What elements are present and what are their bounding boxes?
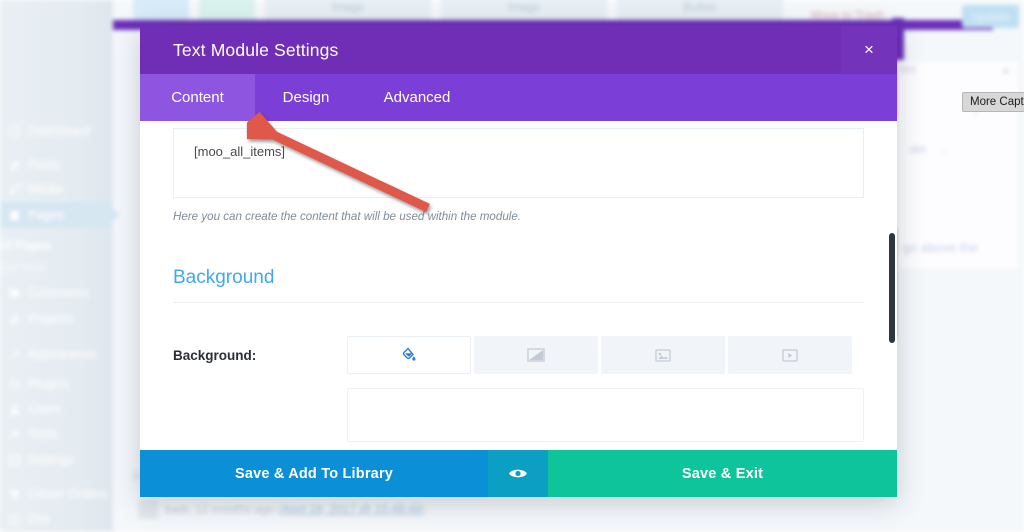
clover-icon [9, 489, 20, 499]
sidebar-item-projects[interactable]: Projects [0, 306, 113, 332]
sidebar-item-clover-orders[interactable]: Clover Orders [0, 481, 113, 507]
sidebar-item-label: All Pages [0, 238, 51, 252]
content-textarea[interactable]: [moo_all_items] [173, 128, 864, 198]
sidebar-item-label: Clover Orders [28, 487, 108, 501]
background-tab-image[interactable] [601, 336, 725, 374]
move-to-trash-link[interactable]: Move to Trash [811, 10, 884, 22]
sliders-icon [9, 454, 20, 466]
sidebar-item-label: Tools [28, 427, 58, 441]
avatar [138, 499, 158, 519]
background-type-tabs [347, 336, 852, 374]
sidebar-item-label: Settings [28, 453, 74, 467]
plug-icon [9, 379, 20, 390]
sidebar-item-label: Dashboard [28, 124, 91, 138]
builder-module-label: Image [508, 2, 540, 14]
comment-icon [9, 288, 20, 298]
background-tab-color[interactable] [347, 336, 471, 374]
sidebar-item-divi[interactable]: Divi [0, 506, 113, 532]
builder-module[interactable]: Image [441, 0, 607, 21]
wrench-icon [9, 429, 20, 439]
sidebar-item-plugins[interactable]: Plugins [0, 371, 113, 397]
sidebar-item-label: Users [28, 402, 62, 416]
sidebar-item-label: Comments [28, 286, 90, 300]
sidebar-item-label: Projects [28, 312, 74, 326]
sidebar-item-label: Pages [28, 208, 64, 222]
builder-module-label: Button [683, 2, 717, 14]
modal-footer: Save & Add To Library Save & Exit [140, 450, 897, 497]
builder-module-label: Image [332, 2, 364, 14]
paint-bucket-icon [402, 347, 416, 361]
wp-admin-sidebar: Dashboard Posts Media Pages All Pages Ad… [0, 0, 120, 532]
sidebar-item-label: Add New [0, 260, 46, 274]
sidebar-item-appearance[interactable]: Appearance [0, 341, 113, 367]
comment-author-time: badr, 12 months ago ( [165, 502, 282, 516]
pin-icon [10, 160, 20, 170]
tab-design[interactable]: Design [255, 74, 357, 121]
tab-advanced[interactable]: Advanced [357, 74, 477, 121]
video-icon [782, 348, 798, 362]
builder-module[interactable]: Image [265, 0, 431, 21]
save-exit-button[interactable]: Save & Exit [548, 450, 897, 497]
sidebar-item-label: Media [28, 182, 63, 196]
background-field-label: Background: [173, 347, 257, 363]
chevron-icon[interactable]: ↕ [942, 146, 947, 156]
sidebar-item-posts[interactable]: Posts [0, 152, 113, 178]
eye-icon [509, 469, 527, 478]
modal-scrollbar[interactable] [887, 121, 897, 450]
page-icon [10, 210, 19, 220]
sidebar-item-label: Plugins [28, 377, 70, 391]
comment-close-paren: ) [421, 502, 426, 516]
divi-icon [8, 513, 21, 525]
users-icon [9, 404, 20, 414]
section-divider [173, 302, 864, 303]
sidebar-item-label: Posts [28, 158, 60, 172]
sidebar-item-media[interactable]: Media [0, 176, 113, 202]
comment-meta-text: badr, 12 months ago (April 18, 2017 @ 15… [165, 502, 425, 516]
background-row: Background: [173, 336, 864, 374]
background-color-field[interactable] [347, 388, 864, 442]
background-tab-video[interactable] [728, 336, 852, 374]
metabox-label: tes [899, 62, 916, 76]
more-capture-tooltip[interactable]: More Capture [962, 92, 1024, 112]
metabox-label-2: ate [909, 142, 926, 156]
update-button[interactable]: Update [962, 5, 1019, 28]
chevron-up-icon[interactable]: ▲ [1001, 65, 1010, 75]
tab-content[interactable]: Content [140, 74, 255, 121]
comment-meta-row: badr, 12 months ago (April 18, 2017 @ 15… [138, 494, 1024, 524]
sidebar-item-users[interactable]: Users [0, 396, 113, 422]
dashboard-icon [8, 125, 21, 137]
modal-title: Text Module Settings [173, 39, 339, 60]
sidebar-item-tools[interactable]: Tools [0, 421, 113, 447]
brush-icon [10, 349, 20, 359]
save-add-to-library-button[interactable]: Save & Add To Library [140, 450, 488, 497]
modal-tab-bar: Content Design Advanced [140, 74, 897, 121]
sidebar-item-label: Divi [28, 512, 50, 526]
builder-module[interactable]: Button [617, 0, 783, 21]
modal-scrollbar-thumb[interactable] [889, 233, 895, 343]
builder-module[interactable] [133, 0, 189, 21]
sidebar-item-pages[interactable]: Pages [0, 202, 120, 228]
gradient-icon [527, 348, 545, 362]
sidebar-item-label: Appearance [28, 347, 97, 361]
content-help-text: Here you can create the content that wil… [173, 210, 522, 223]
builder-module[interactable] [199, 0, 255, 21]
sidebar-item-comments[interactable]: Comments [0, 280, 113, 306]
preview-button[interactable] [488, 450, 548, 497]
divi-builder-module-row: Image Image Button [133, 0, 894, 22]
text-module-settings-modal: Text Module Settings × Content Design Ad… [140, 26, 897, 497]
pin-icon [10, 314, 20, 324]
sidebar-item-settings[interactable]: Settings [0, 447, 113, 473]
sidebar-item-dashboard[interactable]: Dashboard [0, 118, 113, 144]
modal-header: Text Module Settings × [140, 26, 897, 74]
media-icon [9, 183, 21, 194]
image-icon [655, 348, 671, 362]
sidebar-item-add-new[interactable]: Add New [0, 254, 113, 280]
comment-date-link[interactable]: April 18, 2017 @ 15:48:48 [282, 502, 422, 516]
modal-body: [moo_all_items] Here you can create the … [140, 121, 897, 450]
close-icon[interactable]: × [841, 26, 897, 74]
background-tab-gradient[interactable] [474, 336, 598, 374]
background-section-title: Background [173, 267, 275, 288]
